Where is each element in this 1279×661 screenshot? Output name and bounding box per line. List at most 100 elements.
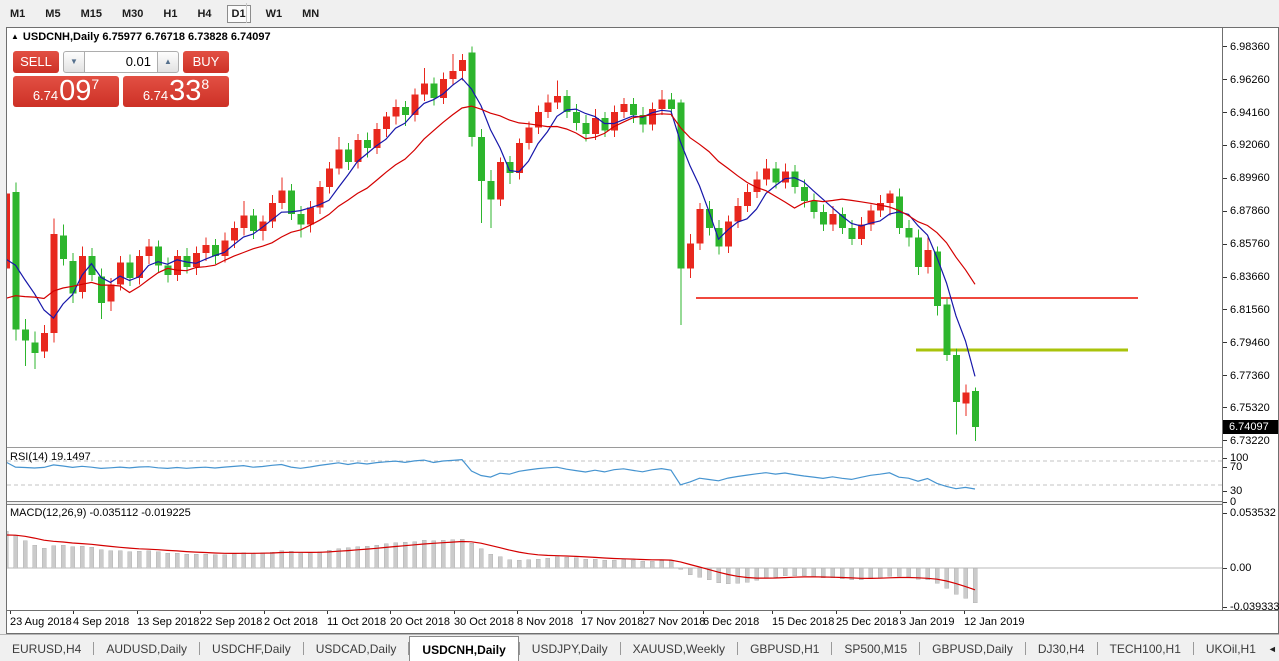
timeframe-button-H1[interactable]: H1 bbox=[158, 5, 182, 23]
rsi-indicator-pane[interactable]: RSI(14) 19.1497 bbox=[7, 449, 1222, 501]
sell-price-tile[interactable]: 6.74 09 7 bbox=[13, 76, 119, 107]
chart-tab-xauusd-weekly[interactable]: XAUUSD,Weekly bbox=[621, 635, 737, 661]
symbol-period-label: USDCNH,Daily bbox=[23, 31, 99, 43]
chart-tab-tech100-h1[interactable]: TECH100,H1 bbox=[1098, 635, 1193, 661]
chart-tabs: EURUSD,H4AUDUSD,DailyUSDCHF,DailyUSDCAD,… bbox=[0, 635, 1268, 661]
macd-histogram-bar bbox=[660, 561, 664, 568]
candle-body bbox=[811, 201, 818, 212]
candle-body bbox=[279, 190, 286, 203]
timeframe-button-W1[interactable]: W1 bbox=[261, 5, 288, 23]
chart-tab-dj30-h4[interactable]: DJ30,H4 bbox=[1026, 635, 1097, 661]
macd-histogram-bar bbox=[213, 555, 217, 568]
date-axis-label: 30 Oct 2018 bbox=[454, 616, 514, 628]
price-tick bbox=[1223, 375, 1227, 376]
date-axis[interactable]: 23 Aug 20184 Sep 201813 Sep 201822 Sep 2… bbox=[7, 610, 1278, 633]
volume-decrease-button[interactable]: ▼ bbox=[63, 51, 85, 73]
ohlc-values: 6.75977 6.76718 6.73828 6.74097 bbox=[102, 31, 270, 43]
tab-scroll-left-icon[interactable]: ◄ bbox=[1268, 644, 1277, 654]
date-tick bbox=[643, 611, 644, 614]
candle-body bbox=[849, 228, 856, 239]
macd-histogram-bar bbox=[869, 568, 873, 579]
timeframe-button-M30[interactable]: M30 bbox=[117, 5, 148, 23]
rsi-chart-canvas[interactable] bbox=[7, 449, 1222, 501]
candle-body bbox=[592, 118, 599, 134]
macd-tick bbox=[1223, 513, 1227, 514]
price-tick bbox=[1223, 277, 1227, 278]
main-chart-pane[interactable]: ▲ USDCNH,Daily 6.75977 6.76718 6.73828 6.… bbox=[7, 28, 1222, 447]
candle-body bbox=[241, 215, 248, 228]
candle-body bbox=[250, 215, 257, 231]
macd-histogram-bar bbox=[194, 554, 198, 568]
chart-tab-usdchf-daily[interactable]: USDCHF,Daily bbox=[200, 635, 303, 661]
chart-tab-gbpusd-h1[interactable]: GBPUSD,H1 bbox=[738, 635, 831, 661]
sell-button[interactable]: SELL bbox=[13, 51, 59, 73]
macd-chart-canvas[interactable] bbox=[7, 505, 1222, 610]
price-tick bbox=[1223, 112, 1227, 113]
candle-body bbox=[402, 107, 409, 115]
candle-body bbox=[744, 192, 751, 206]
timeframe-button-M5[interactable]: M5 bbox=[40, 5, 65, 23]
date-tick bbox=[703, 611, 704, 614]
volume-increase-button[interactable]: ▲ bbox=[157, 51, 179, 73]
chart-tab-eurusd-h4[interactable]: EURUSD,H4 bbox=[0, 635, 93, 661]
price-tick bbox=[1223, 309, 1227, 310]
macd-histogram-bar bbox=[565, 557, 569, 568]
date-tick bbox=[137, 611, 138, 614]
candle-body bbox=[716, 228, 723, 247]
price-axis-label: 6.83660 bbox=[1230, 271, 1270, 283]
buy-button[interactable]: BUY bbox=[183, 51, 229, 73]
chart-tab-ukoil-h1[interactable]: UKOil,H1 bbox=[1194, 635, 1268, 661]
macd-histogram-bar bbox=[793, 568, 797, 576]
macd-histogram-bar bbox=[498, 557, 502, 568]
macd-histogram-bar bbox=[783, 568, 787, 576]
date-tick bbox=[581, 611, 582, 614]
candle-body bbox=[801, 187, 808, 201]
macd-histogram-bar bbox=[185, 554, 189, 568]
macd-histogram-bar bbox=[831, 568, 835, 578]
candle-body bbox=[497, 162, 504, 200]
candle-body bbox=[925, 250, 932, 267]
chart-tab-gbpusd-daily[interactable]: GBPUSD,Daily bbox=[920, 635, 1025, 661]
candle-body bbox=[165, 265, 172, 274]
chart-tab-usdjpy-daily[interactable]: USDJPY,Daily bbox=[520, 635, 620, 661]
date-axis-label: 27 Nov 2018 bbox=[643, 616, 705, 628]
macd-histogram-bar bbox=[878, 568, 882, 578]
timeframe-buttons: M1M5M15M30H1H4D1W1MN bbox=[0, 4, 329, 21]
macd-tick bbox=[1223, 607, 1227, 608]
date-tick bbox=[327, 611, 328, 614]
chart-tab-sp500-m15[interactable]: SP500,M15 bbox=[832, 635, 919, 661]
macd-histogram-bar bbox=[289, 551, 293, 568]
timeframe-button-MN[interactable]: MN bbox=[297, 5, 324, 23]
macd-axis-label: 0.00 bbox=[1230, 562, 1251, 574]
price-tick bbox=[1223, 79, 1227, 80]
rsi-tick bbox=[1223, 491, 1227, 492]
buy-price-tile[interactable]: 6.74 33 8 bbox=[123, 76, 229, 107]
price-axis-label: 6.87860 bbox=[1230, 205, 1270, 217]
candle-body bbox=[735, 206, 742, 222]
macd-histogram-bar bbox=[251, 553, 255, 568]
macd-indicator-pane[interactable]: MACD(12,26,9) -0.035112 -0.019225 bbox=[7, 505, 1222, 610]
date-axis-label: 17 Nov 2018 bbox=[581, 616, 643, 628]
price-axis[interactable]: 6.983606.962606.941606.920606.899606.878… bbox=[1223, 28, 1278, 610]
timeframe-button-H4[interactable]: H4 bbox=[192, 5, 216, 23]
date-axis-label: 6 Dec 2018 bbox=[703, 616, 759, 628]
macd-histogram-bar bbox=[954, 568, 958, 594]
candle-body bbox=[174, 256, 181, 275]
macd-histogram-bar bbox=[118, 551, 122, 568]
chart-tab-usdcad-daily[interactable]: USDCAD,Daily bbox=[304, 635, 409, 661]
macd-histogram-bar bbox=[7, 531, 8, 568]
candle-body bbox=[573, 112, 580, 123]
collapse-trade-panel-icon[interactable]: ▲ bbox=[11, 32, 19, 41]
buy-price-prefix: 6.74 bbox=[143, 87, 168, 105]
rsi-label: RSI(14) 19.1497 bbox=[10, 451, 91, 463]
current-price-tag: 6.74097 bbox=[1223, 420, 1278, 434]
timeframe-button-M1[interactable]: M1 bbox=[5, 5, 30, 23]
chart-tab-usdcnh-daily[interactable]: USDCNH,Daily bbox=[409, 636, 518, 661]
timeframe-button-M15[interactable]: M15 bbox=[76, 5, 107, 23]
candle-body bbox=[602, 118, 609, 131]
volume-input[interactable]: 0.01 bbox=[85, 51, 157, 73]
price-tick bbox=[1223, 407, 1227, 408]
macd-histogram-bar bbox=[612, 560, 616, 568]
macd-histogram-bar bbox=[508, 560, 512, 568]
chart-tab-audusd-daily[interactable]: AUDUSD,Daily bbox=[94, 635, 199, 661]
